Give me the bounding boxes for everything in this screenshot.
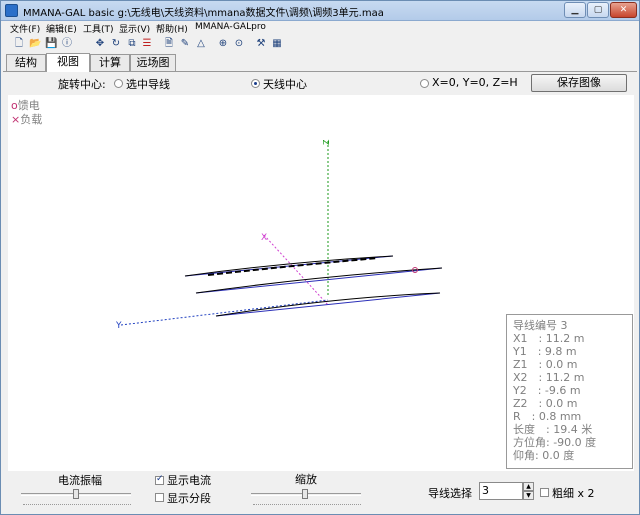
wire-elevation: 仰角: 0.0 度 xyxy=(513,449,575,462)
settings-icon[interactable]: ⊙ xyxy=(233,38,245,50)
save-icon[interactable]: 💾 xyxy=(45,38,57,50)
show-current-label[interactable]: 显示电流 xyxy=(167,472,211,488)
wire-info-panel: 导线编号 3 X1 : 11.2 m Y1 : 9.8 m Z1 : 0.0 m… xyxy=(506,314,633,469)
wire-y2: Y2 : -9.6 m xyxy=(513,384,581,397)
wire-select-spinner[interactable]: 3 xyxy=(479,482,523,500)
z-axis-label: Z xyxy=(322,139,331,145)
calculator-icon[interactable]: ▦ xyxy=(271,38,283,50)
maximize-button[interactable]: ▢ xyxy=(587,2,609,18)
show-segments-label[interactable]: 显示分段 xyxy=(167,490,211,506)
move-icon[interactable]: ✥ xyxy=(94,38,106,50)
open-icon[interactable]: 📂 xyxy=(29,38,41,50)
tools-icon[interactable]: ⚒ xyxy=(255,38,267,50)
radio-selected-wire-label[interactable]: 选中导线 xyxy=(126,76,170,92)
element-1 xyxy=(184,255,394,277)
rotation-controls: 旋转中心: 选中导线 天线中心 X=0, Y=0, Z=H 保存图像 xyxy=(3,71,637,95)
rotate-icon[interactable]: ↻ xyxy=(110,38,122,50)
tab-bar: 结构 视图 计算 远场图 xyxy=(1,53,639,72)
wire-x1: X1 : 11.2 m xyxy=(513,332,585,345)
list-icon[interactable]: ☰ xyxy=(141,38,153,50)
copy-icon[interactable]: ⧉ xyxy=(126,38,138,50)
radio-origin-h[interactable] xyxy=(420,79,429,88)
wire-z2: Z2 : 0.0 m xyxy=(513,397,578,410)
triangle-icon[interactable]: △ xyxy=(195,38,207,50)
show-segments-checkbox[interactable] xyxy=(155,493,164,502)
rotation-center-label: 旋转中心: xyxy=(58,78,106,91)
title-bar: MMANA-GAL basic g:\无线电\天线资料\mmana数据文件\调频… xyxy=(1,1,639,21)
save-image-button[interactable]: 保存图像 xyxy=(531,74,627,92)
wire-number: 导线编号 3 xyxy=(513,319,568,332)
spinner-up-button[interactable]: ▲ xyxy=(523,482,534,491)
minimize-button[interactable]: ▁ xyxy=(564,2,586,18)
new-icon[interactable]: 🗋 xyxy=(13,38,25,50)
menu-bar: 文件(F) 编辑(E) 工具(T) 显示(V) 帮助(H) MMANA-GALp… xyxy=(1,21,639,35)
menu-edit[interactable]: 编辑(E) xyxy=(46,22,77,35)
current-amplitude-ticks xyxy=(23,502,131,505)
thick-x2-checkbox[interactable] xyxy=(540,488,549,497)
spinner-down-button[interactable]: ▼ xyxy=(523,491,534,500)
menu-gal-pro[interactable]: MMANA-GALpro xyxy=(195,22,266,32)
edit-icon[interactable]: ✎ xyxy=(179,38,191,50)
radio-selected-wire[interactable] xyxy=(114,79,123,88)
radio-origin-h-label[interactable]: X=0, Y=0, Z=H xyxy=(432,76,518,89)
wire-z1: Z1 : 0.0 m xyxy=(513,358,578,371)
wire-x2: X2 : 11.2 m xyxy=(513,371,585,384)
wire-y1: Y1 : 9.8 m xyxy=(513,345,577,358)
zoom-label: 缩放 xyxy=(295,473,317,486)
window-title: MMANA-GAL basic g:\无线电\天线资料\mmana数据文件\调频… xyxy=(23,8,384,19)
tab-view[interactable]: 视图 xyxy=(46,53,90,72)
element-3 xyxy=(215,292,441,317)
app-icon xyxy=(5,4,18,17)
y-axis-label: Y xyxy=(115,321,122,331)
toolbar: 🗋 📂 💾 ⓘ ✥ ↻ ⧉ ☰ 🗎 ✎ △ ⊕ ⊙ ⚒ ▦ xyxy=(1,36,639,53)
x-axis xyxy=(263,234,329,306)
y-axis xyxy=(120,299,329,326)
menu-file[interactable]: 文件(F) xyxy=(10,22,40,35)
bottom-controls: 电流振幅 显示电流 显示分段 缩放 导线选择 3 ▲ ▼ 粗细 x 2 xyxy=(3,471,637,513)
zoom-thumb[interactable] xyxy=(302,489,308,499)
wire-length: 长度 : 19.4 米 xyxy=(513,423,593,436)
zoom-ticks xyxy=(253,502,361,505)
x-axis-label: X xyxy=(261,233,267,243)
radio-antenna-center[interactable] xyxy=(251,79,260,88)
wire-select-label: 导线选择 xyxy=(428,487,472,500)
menu-tools[interactable]: 工具(T) xyxy=(83,22,114,35)
main-window: MMANA-GAL basic g:\无线电\天线资料\mmana数据文件\调频… xyxy=(0,0,640,515)
show-current-checkbox[interactable] xyxy=(155,474,164,485)
tab-calculate[interactable]: 计算 xyxy=(90,54,130,71)
wire-azimuth: 方位角: -90.0 度 xyxy=(513,436,597,449)
current-amplitude-thumb[interactable] xyxy=(73,489,79,499)
menu-view[interactable]: 显示(V) xyxy=(119,22,150,35)
radio-antenna-center-label[interactable]: 天线中心 xyxy=(263,76,307,92)
tab-far-field[interactable]: 远场图 xyxy=(130,54,176,71)
page-icon[interactable]: 🗎 xyxy=(163,38,175,50)
wire-radius: R : 0.8 mm xyxy=(513,410,582,423)
thick-x2-label[interactable]: 粗细 x 2 xyxy=(552,485,595,501)
info-icon[interactable]: ⓘ xyxy=(61,38,73,50)
menu-help[interactable]: 帮助(H) xyxy=(156,22,188,35)
target-icon[interactable]: ⊕ xyxy=(217,38,229,50)
close-button[interactable]: ✕ xyxy=(610,2,637,18)
current-amplitude-label: 电流振幅 xyxy=(58,474,102,487)
tab-structure[interactable]: 结构 xyxy=(6,54,46,71)
